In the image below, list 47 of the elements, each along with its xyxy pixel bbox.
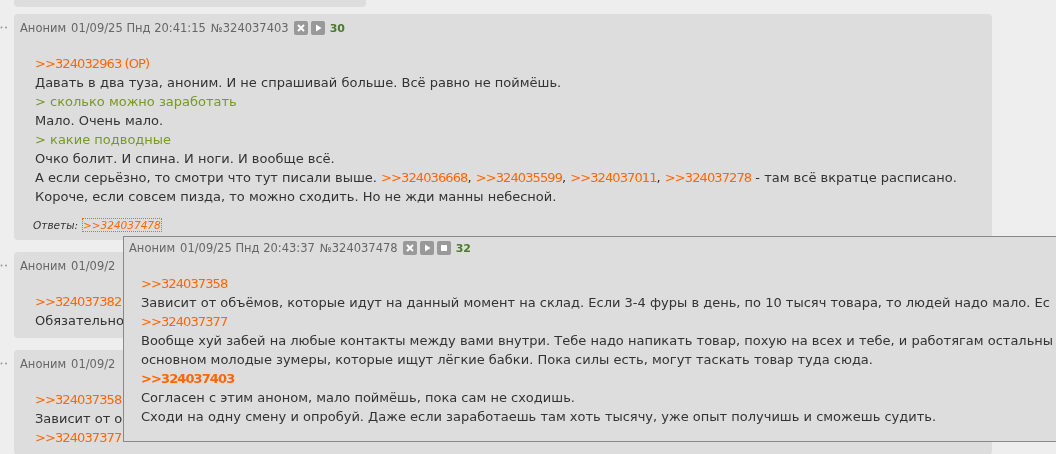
- post-text: Мало. Очень мало.: [35, 113, 164, 128]
- post-author: Аноним: [129, 241, 176, 255]
- post-text: Зависит от о: [35, 411, 123, 426]
- post-author: Аноним: [20, 357, 67, 371]
- replies-label: Ответы:: [33, 219, 78, 231]
- post-text: Короче, если совсем пизда, то можно сходить. Но не жди манны небесной.: [35, 189, 557, 204]
- post-date: 01/09/2: [71, 357, 116, 371]
- post-text: Очко болит. И спина. И ноги. И вообще всё.: [35, 151, 335, 166]
- reply-link[interactable]: >>324037403: [141, 371, 235, 386]
- post-author: Аноним: [20, 21, 67, 35]
- play-icon[interactable]: [419, 241, 434, 255]
- reply-link[interactable]: >>324035599: [475, 170, 562, 185]
- post-text: Давать в два туза, аноним. И не спрашивай больше. Всё равно не поймёшь.: [35, 75, 562, 90]
- post-text: А если серьёзно, то смотри что тут писали выше. >>324036668, >>324035599, >>324037011, >>324037278 - там всё вкратце расписано.: [35, 169, 958, 187]
- post-text: Сходи на одну смену и опробуй. Даже если заработаешь там хоть тысячу, уже опыт получишь и сможешь судить.: [141, 409, 937, 424]
- post-count: 30: [329, 21, 345, 35]
- post-text: основном молодые зумеры, которые ищут лёгкие бабки. Пока силы есть, могут таскать товар туда сюда.: [141, 352, 873, 367]
- quote-text: > сколько можно заработать: [35, 94, 237, 109]
- drag-handle-icon[interactable]: [0, 26, 8, 29]
- reply-link[interactable]: >>324032963 (OP): [35, 56, 150, 71]
- reply-link[interactable]: >>324037377: [141, 314, 228, 329]
- reply-link[interactable]: >>324037278: [664, 170, 752, 185]
- reply-link[interactable]: >>324037377: [35, 430, 122, 445]
- close-icon[interactable]: [293, 21, 308, 35]
- reply-link[interactable]: >>324036668: [381, 170, 468, 185]
- play-icon[interactable]: [310, 21, 325, 35]
- post-text: Согласен с этим аноном, мало поймёшь, пока сам не сходишь.: [141, 390, 575, 405]
- stop-icon[interactable]: [436, 241, 451, 255]
- post-author: Аноним: [20, 259, 67, 273]
- post-text: Обязательно: [35, 313, 124, 328]
- reply-link[interactable]: >>324037478: [82, 218, 162, 232]
- post-date: 01/09/25 Пнд 20:43:37: [180, 241, 315, 255]
- reply-link[interactable]: >>324037011: [570, 170, 657, 185]
- post-date: 01/09/25 Пнд 20:41:15: [71, 21, 206, 35]
- post-text: Зависит от объёмов, которые идут на данный момент на склад. Если 3-4 фуры в день, по 10 тысяч товара, то людей надо мало. Ес: [141, 295, 1050, 310]
- reply-link[interactable]: >>324037358: [35, 392, 122, 407]
- post-number[interactable]: №324037403: [210, 21, 289, 35]
- drag-handle-icon[interactable]: [0, 264, 8, 267]
- quote-text: > какие подводные: [35, 132, 172, 147]
- reply-link[interactable]: >>324037382: [35, 294, 122, 309]
- drag-handle-icon[interactable]: [0, 362, 8, 365]
- post-date: 01/09/2: [71, 259, 116, 273]
- close-icon[interactable]: [402, 241, 417, 255]
- post-count: 32: [455, 241, 471, 255]
- post-number[interactable]: №324037478: [319, 241, 398, 255]
- reply-link[interactable]: >>324037358: [141, 276, 228, 291]
- post-text: Вообще хуй забей на любые контакты между вами внутри. Тебе надо напикать товар, похую на всех и тебе, и работягам остальны: [141, 333, 1054, 348]
